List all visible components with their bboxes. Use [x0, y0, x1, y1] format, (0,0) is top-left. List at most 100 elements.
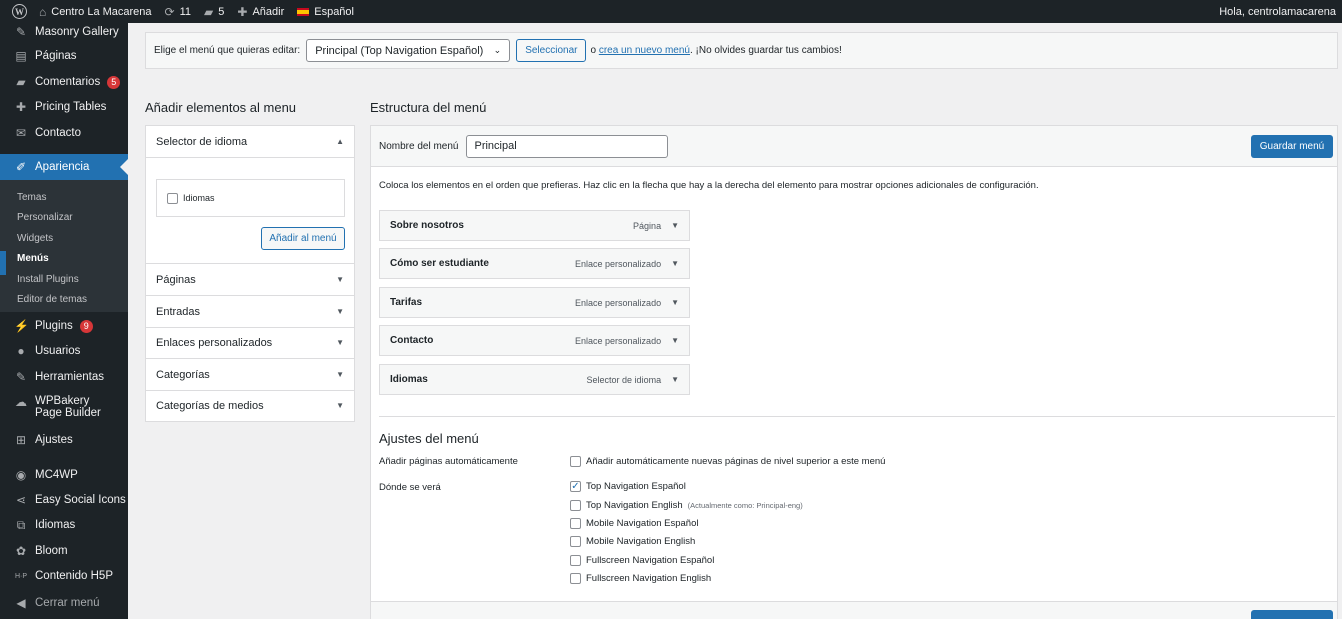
submenu-menus[interactable]: Menús [17, 253, 49, 264]
accordion-language-selector[interactable]: Selector de idioma ▲ [146, 126, 354, 158]
add-items-accordion: Selector de idioma ▲ Idiomas Añadir al m… [145, 125, 355, 422]
menu-item-row[interactable]: Cómo ser estudiante Enlace personalizado… [379, 248, 690, 279]
sidebar-item-pages[interactable]: ▤ Páginas [0, 44, 128, 68]
new-content-link[interactable]: ✚ Añadir [237, 5, 284, 19]
auto-add-option[interactable]: Añadir automáticamente nuevas páginas de… [570, 456, 885, 467]
location-top-nav-es[interactable]: ✓ Top Navigation Español [570, 481, 686, 492]
checkbox[interactable] [570, 536, 581, 547]
location-mobile-nav-en[interactable]: Mobile Navigation English [570, 536, 695, 547]
caret-down-icon: ▼ [336, 370, 344, 379]
location-mobile-nav-es[interactable]: Mobile Navigation Español [570, 518, 698, 529]
item-toggle-arrow-icon[interactable]: ▼ [671, 336, 679, 345]
accordion-posts[interactable]: Entradas ▼ [146, 296, 354, 328]
wordpress-logo-icon[interactable]: W [12, 4, 27, 19]
comments-link[interactable]: ▰ 5 [204, 5, 224, 19]
menu-select-dropdown[interactable]: Principal (Top Navigation Español) ⌄ [306, 39, 511, 62]
language-switcher[interactable]: Español [297, 6, 354, 18]
location-top-nav-en[interactable]: Top Navigation English (Actualmente como… [570, 500, 803, 511]
spain-flag-icon [297, 7, 310, 16]
translate-icon: ⧉ [16, 517, 26, 532]
comments-count-badge: 5 [107, 75, 121, 89]
sidebar-item-masonry-gallery[interactable]: ✎ Masonry Gallery [0, 20, 128, 44]
settings-icon: ⊞ [15, 433, 27, 447]
home-icon: ⌂ [39, 4, 47, 19]
menu-item-row[interactable]: Sobre nosotros Página ▼ [379, 210, 690, 241]
updates-link[interactable]: ⟳ 11 [165, 5, 191, 19]
plugins-count-badge: 9 [79, 319, 93, 333]
save-menu-button[interactable]: Guardar menú [1251, 135, 1333, 158]
site-name-link[interactable]: ⌂ Centro La Macarena [39, 5, 152, 19]
accordion-categories[interactable]: Categorías ▼ [146, 359, 354, 391]
sidebar-item-tools[interactable]: ✎ Herramientas [0, 365, 128, 389]
checkbox[interactable] [570, 555, 581, 566]
menu-structure-panel: Nombre del menú Principal Guardar menú C… [370, 125, 1338, 619]
plus-icon: ✚ [237, 4, 248, 19]
submenu-theme-editor[interactable]: Editor de temas [17, 294, 87, 305]
checkbox-checked[interactable]: ✓ [570, 481, 581, 492]
item-toggle-arrow-icon[interactable]: ▼ [671, 259, 679, 268]
mc4wp-icon: ◉ [15, 468, 27, 482]
save-menu-button-bottom[interactable] [1251, 610, 1333, 619]
auto-add-checkbox[interactable] [570, 456, 581, 467]
or-text: o crea un nuevo menú. ¡No olvides guarda… [590, 45, 842, 56]
collapse-icon: ◀ [16, 596, 26, 610]
item-toggle-arrow-icon[interactable]: ▼ [671, 375, 679, 384]
current-assignment-note: (Actualmente como: Principal-eng) [687, 501, 803, 510]
menu-name-input[interactable]: Principal [466, 134, 669, 158]
plugin-icon: ⚡ [14, 319, 29, 333]
language-options-list: Idiomas [156, 179, 345, 217]
sidebar-item-comments[interactable]: ▰ Comentarios 5 [0, 70, 128, 94]
accordion-custom-links[interactable]: Enlaces personalizados ▼ [146, 327, 354, 359]
item-toggle-arrow-icon[interactable]: ▼ [671, 221, 679, 230]
cloud-icon: ☁ [15, 395, 27, 409]
item-toggle-arrow-icon[interactable]: ▼ [671, 298, 679, 307]
menu-settings-title: Ajustes del menú [379, 431, 479, 446]
submenu-widgets[interactable]: Widgets [17, 233, 53, 244]
menu-name-header: Nombre del menú Principal Guardar menú [371, 126, 1337, 167]
brush-icon: ✐ [15, 160, 27, 174]
sidebar-item-appearance[interactable]: ✐ Apariencia [0, 154, 128, 180]
sidebar-item-settings[interactable]: ⊞ Ajustes [0, 428, 128, 452]
sidebar-item-plugins[interactable]: ⚡ Plugins 9 [0, 314, 128, 338]
wrench-icon: ✎ [15, 370, 27, 384]
location-fullscreen-nav-es[interactable]: Fullscreen Navigation Español [570, 555, 714, 566]
settings-divider [379, 416, 1335, 417]
chevron-down-icon: ⌄ [493, 45, 502, 55]
sidebar-item-easy-social-icons[interactable]: ⋖ Easy Social Icons [0, 488, 128, 512]
sidebar-item-wpbakery[interactable]: ☁ WPBakery Page Builder [0, 391, 128, 423]
user-icon: ● [17, 344, 25, 358]
checkbox[interactable] [570, 573, 581, 584]
select-menu-button[interactable]: Seleccionar [516, 39, 587, 62]
submenu-themes[interactable]: Temas [17, 192, 46, 203]
menu-item-row[interactable]: Contacto Enlace personalizado ▼ [379, 325, 690, 356]
plus-icon: ✚ [15, 100, 27, 114]
account-greeting[interactable]: Hola, centrolamacarena [1219, 6, 1336, 18]
location-fullscreen-nav-en[interactable]: Fullscreen Navigation English [570, 573, 711, 584]
submenu-install-plugins[interactable]: Install Plugins [17, 274, 79, 285]
sidebar-item-languages[interactable]: ⧉ Idiomas [0, 513, 128, 537]
sidebar-item-mc4wp[interactable]: ◉ MC4WP [0, 463, 128, 487]
menu-footer-bar [371, 601, 1337, 619]
sidebar-item-h5p[interactable]: H·P Contenido H5P [0, 564, 128, 588]
menu-structure-title: Estructura del menú [370, 100, 487, 115]
checkbox[interactable] [570, 518, 581, 529]
submenu-customize[interactable]: Personalizar [17, 212, 73, 223]
sidebar-collapse-menu[interactable]: ◀ Cerrar menú [0, 591, 128, 615]
create-new-menu-link[interactable]: crea un nuevo menú [599, 45, 690, 56]
add-items-title: Añadir elementos al menu [145, 100, 297, 115]
sidebar-item-pricing-tables[interactable]: ✚ Pricing Tables [0, 95, 128, 119]
current-item-marker [0, 251, 6, 275]
menu-item-row[interactable]: Tarifas Enlace personalizado ▼ [379, 287, 690, 318]
accordion-pages[interactable]: Páginas ▼ [146, 264, 354, 296]
sidebar-item-contacto[interactable]: ✉ Contacto [0, 121, 128, 145]
menu-item-row[interactable]: Idiomas Selector de idioma ▼ [379, 364, 690, 395]
accordion-media-categories[interactable]: Categorías de medios ▼ [146, 390, 354, 422]
mail-icon: ✉ [15, 126, 27, 140]
add-to-menu-button[interactable]: Añadir al menú [261, 227, 345, 250]
h5p-icon: H·P [14, 572, 28, 580]
sidebar-item-bloom[interactable]: ✿ Bloom [0, 539, 128, 563]
checkbox[interactable] [570, 500, 581, 511]
idiomas-option-label: Idiomas [183, 193, 215, 203]
sidebar-item-users[interactable]: ● Usuarios [0, 339, 128, 363]
idiomas-checkbox[interactable] [167, 192, 178, 204]
